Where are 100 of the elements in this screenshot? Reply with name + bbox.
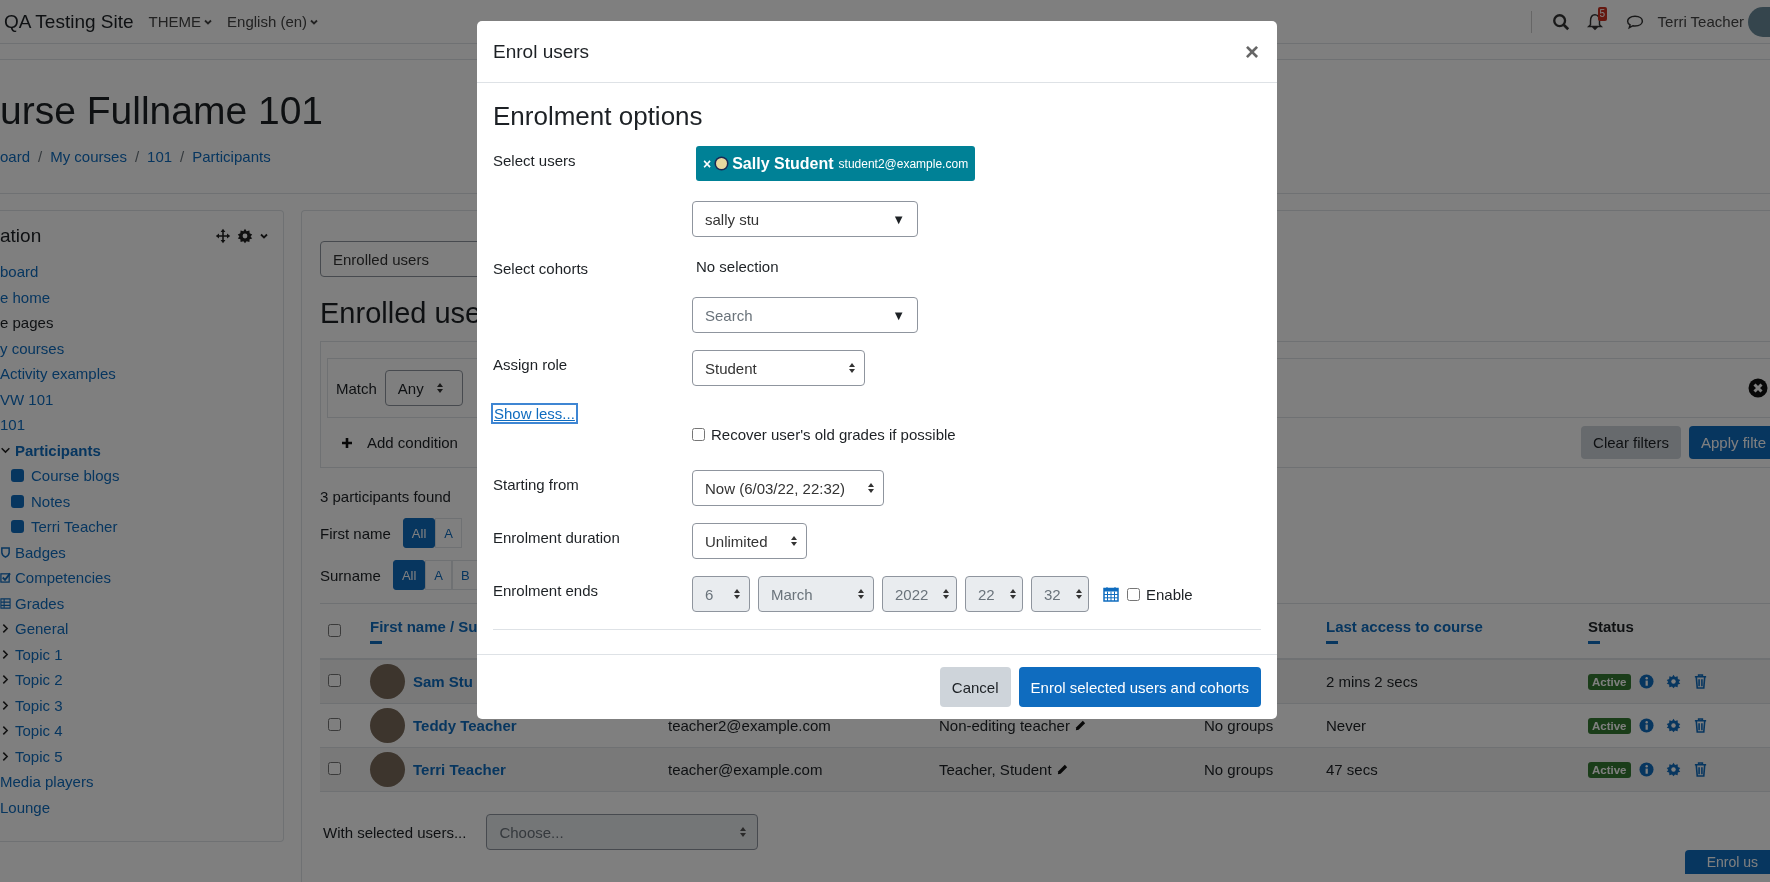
breadcrumb-link[interactable]: 101 [147, 148, 173, 165]
status-badge: Active [1588, 673, 1631, 690]
column-header[interactable]: First name / Su [370, 618, 478, 635]
caret-icon[interactable] [259, 231, 269, 241]
initials-label: First name [320, 524, 391, 542]
site-name[interactable]: QA Testing Site [4, 10, 134, 33]
square-icon [11, 494, 24, 508]
bulk-action-select[interactable]: Choose... [486, 814, 759, 850]
nav-link[interactable]: Participants [15, 441, 101, 459]
select-field[interactable]: Unlimited [692, 523, 807, 559]
letter-filter[interactable]: All [392, 560, 426, 590]
nav-link[interactable]: Topic 5 [15, 747, 63, 765]
match-select[interactable]: Any [384, 370, 463, 406]
collapsed-caret-icon[interactable] [0, 725, 11, 737]
move-icon[interactable] [215, 228, 231, 244]
trash-icon[interactable] [1692, 718, 1708, 733]
enrol-button[interactable]: Enrol selected users and cohorts [1018, 667, 1261, 707]
nav-link[interactable]: Badges [15, 543, 66, 561]
nav-link[interactable]: Activity examples [0, 365, 116, 383]
enrol-users-button[interactable]: Enrol us [1684, 850, 1770, 874]
breadcrumb-link[interactable]: Participants [192, 148, 271, 165]
row-checkbox[interactable] [328, 674, 341, 687]
form-heading: Enrolment options [493, 101, 704, 132]
calendar-icon[interactable] [1103, 586, 1119, 602]
letter-filter[interactable]: All [402, 518, 436, 548]
sort-caret-icon [867, 482, 876, 494]
nav-link[interactable]: Competencies [15, 569, 111, 587]
apply-filters-button[interactable]: Apply filte [1688, 426, 1770, 459]
nav-menu[interactable]: English (en) [227, 13, 320, 30]
search-icon[interactable] [1551, 12, 1570, 31]
user-name-link[interactable]: Teddy Teacher [413, 717, 517, 734]
user-avatar[interactable] [1748, 6, 1770, 37]
settings-icon[interactable] [1665, 762, 1681, 777]
breadcrumb-link[interactable]: oard [0, 148, 31, 165]
field-label: Assign role [493, 356, 568, 373]
nav-link[interactable]: Terri Teacher [31, 518, 118, 536]
user-name-link[interactable]: Sam Stu [413, 673, 473, 690]
collapsed-caret-icon[interactable] [0, 648, 11, 660]
trash-icon[interactable] [1692, 674, 1708, 689]
plus-icon [341, 436, 353, 449]
select-field[interactable]: Student [692, 350, 865, 386]
autocomplete-field[interactable]: Search ▼ [692, 297, 918, 333]
nav-link[interactable]: General [15, 620, 69, 638]
row-checkbox[interactable] [328, 762, 341, 775]
nav-link[interactable]: VW 101 [0, 390, 54, 408]
nav-menu[interactable]: THEME [148, 13, 214, 30]
nav-link[interactable]: 101 [0, 416, 26, 434]
nav-link[interactable]: Course blogs [31, 467, 120, 485]
nav-link[interactable]: Notes [31, 492, 71, 510]
add-condition-button[interactable]: Add condition [327, 428, 472, 457]
pencil-icon[interactable] [1055, 763, 1069, 776]
recover-grades-checkbox[interactable] [692, 428, 705, 441]
field-label: Select users [493, 152, 576, 169]
letter-filter[interactable]: A [425, 560, 452, 590]
remove-icon[interactable] [1748, 378, 1768, 398]
user-name[interactable]: Terri Teacher [1657, 13, 1744, 30]
info-icon[interactable] [1638, 718, 1654, 733]
collapsed-caret-icon[interactable] [0, 750, 11, 762]
autocomplete-field[interactable]: sally stu ▼ [692, 201, 918, 237]
collapsed-caret-icon[interactable] [0, 674, 11, 686]
user-name-link[interactable]: Terri Teacher [413, 761, 506, 778]
select-all-checkbox[interactable] [328, 623, 341, 637]
nav-link[interactable]: Media players [0, 773, 94, 791]
trash-icon[interactable] [1692, 762, 1708, 777]
table-cell: 2 mins 2 secs [1326, 673, 1418, 690]
selected-user-chip[interactable]: × Sally Student student2@example.com [696, 146, 976, 181]
dialog-title: Enrol users [493, 40, 590, 63]
info-icon[interactable] [1638, 762, 1654, 777]
collapsed-caret-icon[interactable] [0, 623, 11, 635]
settings-icon[interactable] [1665, 674, 1681, 689]
info-icon[interactable] [1638, 674, 1654, 689]
breadcrumb-link[interactable]: My courses [50, 148, 127, 165]
nav-link[interactable]: e home [0, 288, 51, 306]
notification-count: 5 [1597, 6, 1608, 21]
letter-filter[interactable]: B [452, 560, 479, 590]
nav-link[interactable]: Topic 3 [15, 696, 63, 714]
nav-link[interactable]: Grades [15, 594, 65, 612]
breadcrumb-separator: / [134, 148, 140, 165]
nav-link[interactable]: e pages [0, 314, 54, 332]
nav-link[interactable]: Topic 4 [15, 722, 63, 740]
cancel-button[interactable]: Cancel [939, 667, 1011, 707]
sort-caret-icon [857, 588, 865, 600]
select-field[interactable]: Now (6/03/22, 22:32) [692, 470, 885, 506]
nav-link[interactable]: Topic 2 [15, 671, 63, 689]
close-button[interactable]: × [1243, 39, 1261, 64]
row-checkbox[interactable] [328, 718, 341, 731]
clear-filters-button[interactable]: Clear filters [1581, 426, 1681, 459]
collapsed-caret-icon[interactable] [0, 699, 11, 711]
table-cell: Teacher, Student [939, 761, 1052, 778]
sort-caret-icon [1074, 588, 1083, 600]
show-less-link[interactable]: Show less... [491, 403, 578, 424]
nav-link[interactable]: board [0, 263, 39, 281]
letter-filter[interactable]: A [435, 518, 462, 548]
settings-icon[interactable] [237, 228, 253, 244]
column-header[interactable]: Last access to course [1326, 618, 1483, 635]
nav-link[interactable]: y courses [0, 339, 65, 357]
nav-link[interactable]: Lounge [0, 798, 51, 816]
nav-link[interactable]: Topic 1 [15, 645, 63, 663]
settings-icon[interactable] [1665, 718, 1681, 733]
table-cell: teacher2@example.com [668, 717, 831, 734]
